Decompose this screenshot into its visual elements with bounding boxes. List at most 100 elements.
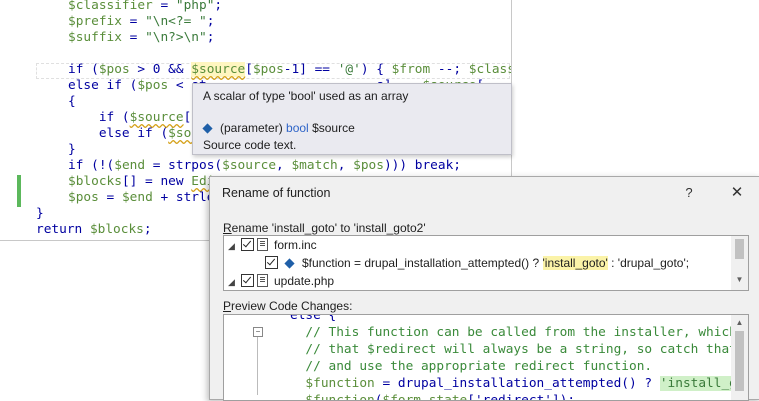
code-token: if ( [68,110,130,125]
code-token: // that $redirect will always be a strin… [290,342,749,357]
change-highlight: 'install_goto' [542,256,608,270]
code-token: > 0 && [129,62,192,77]
preview-scrollbar[interactable]: ▲ [731,315,748,400]
code-token: $end [121,190,153,205]
code-token: ; [143,222,152,237]
code-token: return [36,222,90,237]
code-line: $classifier = "php"; [68,0,222,14]
code-line: return $blocks; [36,222,152,238]
editor-gutter [0,0,26,240]
code-line: $suffix = "\n?>\n"; [68,30,214,46]
code-token: ) { [360,62,392,77]
scroll-thumb[interactable] [735,331,744,391]
tooltip-param-prefix: (parameter) [220,121,283,135]
code-token: = drupal_installation_attempted() ? [374,376,660,391]
code-line: $pos = $end + strlen( [68,190,230,206]
code-token: = [121,14,146,29]
code-token: ; [214,0,223,13]
code-token: = [98,190,122,205]
scroll-down-icon[interactable]: ▼ [731,272,748,288]
code-token: $pos [98,62,130,77]
code-token: $suffix [68,30,122,45]
code-token: = [152,0,176,13]
code-token: $function [305,376,375,391]
code-token: } [36,206,44,221]
change-line-suffix: : 'drupal_goto'; [607,256,690,270]
rename-label-text: ename 'install_goto' to 'install_goto2' [231,221,426,235]
code-token: , [337,158,354,173]
code-token: else if ( [68,126,169,141]
tree-item-file[interactable]: ◢ update.php [228,272,334,290]
tree-item-file[interactable]: ◢ form.inc [228,236,317,254]
code-token: "\n<?= " [145,14,207,29]
quick-info-tooltip: A scalar of type 'bool' used as an array… [192,83,512,155]
code-line: { [68,94,76,110]
code-line: $blocks[] = new Edito [68,174,230,190]
preview-label: Preview Code Changes: [223,299,352,313]
code-token: { [68,94,76,109]
code-token: = [121,30,146,45]
file-name: update.php [274,274,335,288]
collapse-arrow-icon[interactable]: ◢ [228,237,238,255]
code-token: $classifier [68,0,153,13]
rename-label-accesskey: R [223,221,232,235]
code-token: = strpos( [145,158,223,173]
dialog-title-bar[interactable]: Rename of function ? ✕ [210,177,759,209]
code-token: $pos [137,78,169,93]
code-token: // This function can be called from the … [290,325,749,340]
collapse-arrow-icon[interactable]: ◢ [228,273,238,290]
code-token: $source [191,62,246,77]
preview-code-line: $function = drupal_installation_attempte… [290,375,748,392]
preview-code-line: // and use the appropriate redirect func… [290,358,652,375]
code-token: if (!( [68,158,115,173]
code-token: else if ( [68,78,138,93]
code-token: $function [305,393,375,401]
preview-label-text: review Code Changes: [231,299,353,313]
code-token: $pos [353,158,384,173]
code-token: "\n?>\n" [145,30,207,45]
function-icon [284,258,295,269]
code-line: if (!($end = strpos($source, $match, $po… [68,158,461,174]
code-token: ['redirect']); [467,393,576,401]
preview-code-line: // This function can be called from the … [290,324,749,341]
change-checkbox[interactable] [265,256,278,269]
code-token: ; [206,14,215,29]
rename-label: Rename 'install_goto' to 'install_goto2' [223,221,426,235]
preview-code-line: $function($form_state['redirect']); [290,392,576,401]
dialog-title: Rename of function [222,186,331,200]
close-button[interactable]: ✕ [726,183,748,203]
preview-code-line: else { [290,314,337,324]
code-token: ))) break; [383,158,461,173]
code-token: // and use the appropriate redirect func… [290,359,653,374]
tooltip-param-type: bool [286,121,309,135]
tree-item-change[interactable]: $function = drupal_installation_attempte… [262,254,689,272]
preview-code-line: // that $redirect will always be a strin… [290,341,749,358]
change-line-prefix: $function = drupal_installation_attempte… [302,256,543,270]
change-marker [17,175,21,191]
fold-guide [257,337,258,395]
preview-code-pane[interactable]: − else { // This function can be called … [223,314,749,401]
fold-collapse-icon[interactable]: − [253,327,263,337]
file-name: form.inc [274,238,317,252]
tooltip-message: A scalar of type 'bool' used as an array [203,89,409,103]
code-token: ; [206,30,215,45]
code-token: $source [129,110,184,125]
rename-changes-tree[interactable]: ◢ form.inc $function = drupal_installatio… [223,235,749,291]
code-token: else { [290,314,337,323]
tree-scrollbar[interactable]: ▲ ▼ [731,236,748,290]
file-checkbox[interactable] [241,238,254,251]
code-token: "php" [175,0,215,13]
code-token: [ [245,62,253,77]
code-token: $blocks [68,174,122,189]
code-token: [] = new [121,174,192,189]
help-button[interactable]: ? [678,183,700,203]
scroll-thumb[interactable] [735,239,744,259]
code-token: } [68,142,76,157]
file-icon [257,238,268,251]
code-token: if ( [68,62,99,77]
scroll-up-icon[interactable]: ▲ [731,315,748,331]
code-token: $form_state [382,393,468,401]
file-checkbox[interactable] [241,274,254,287]
change-marker [17,191,21,207]
